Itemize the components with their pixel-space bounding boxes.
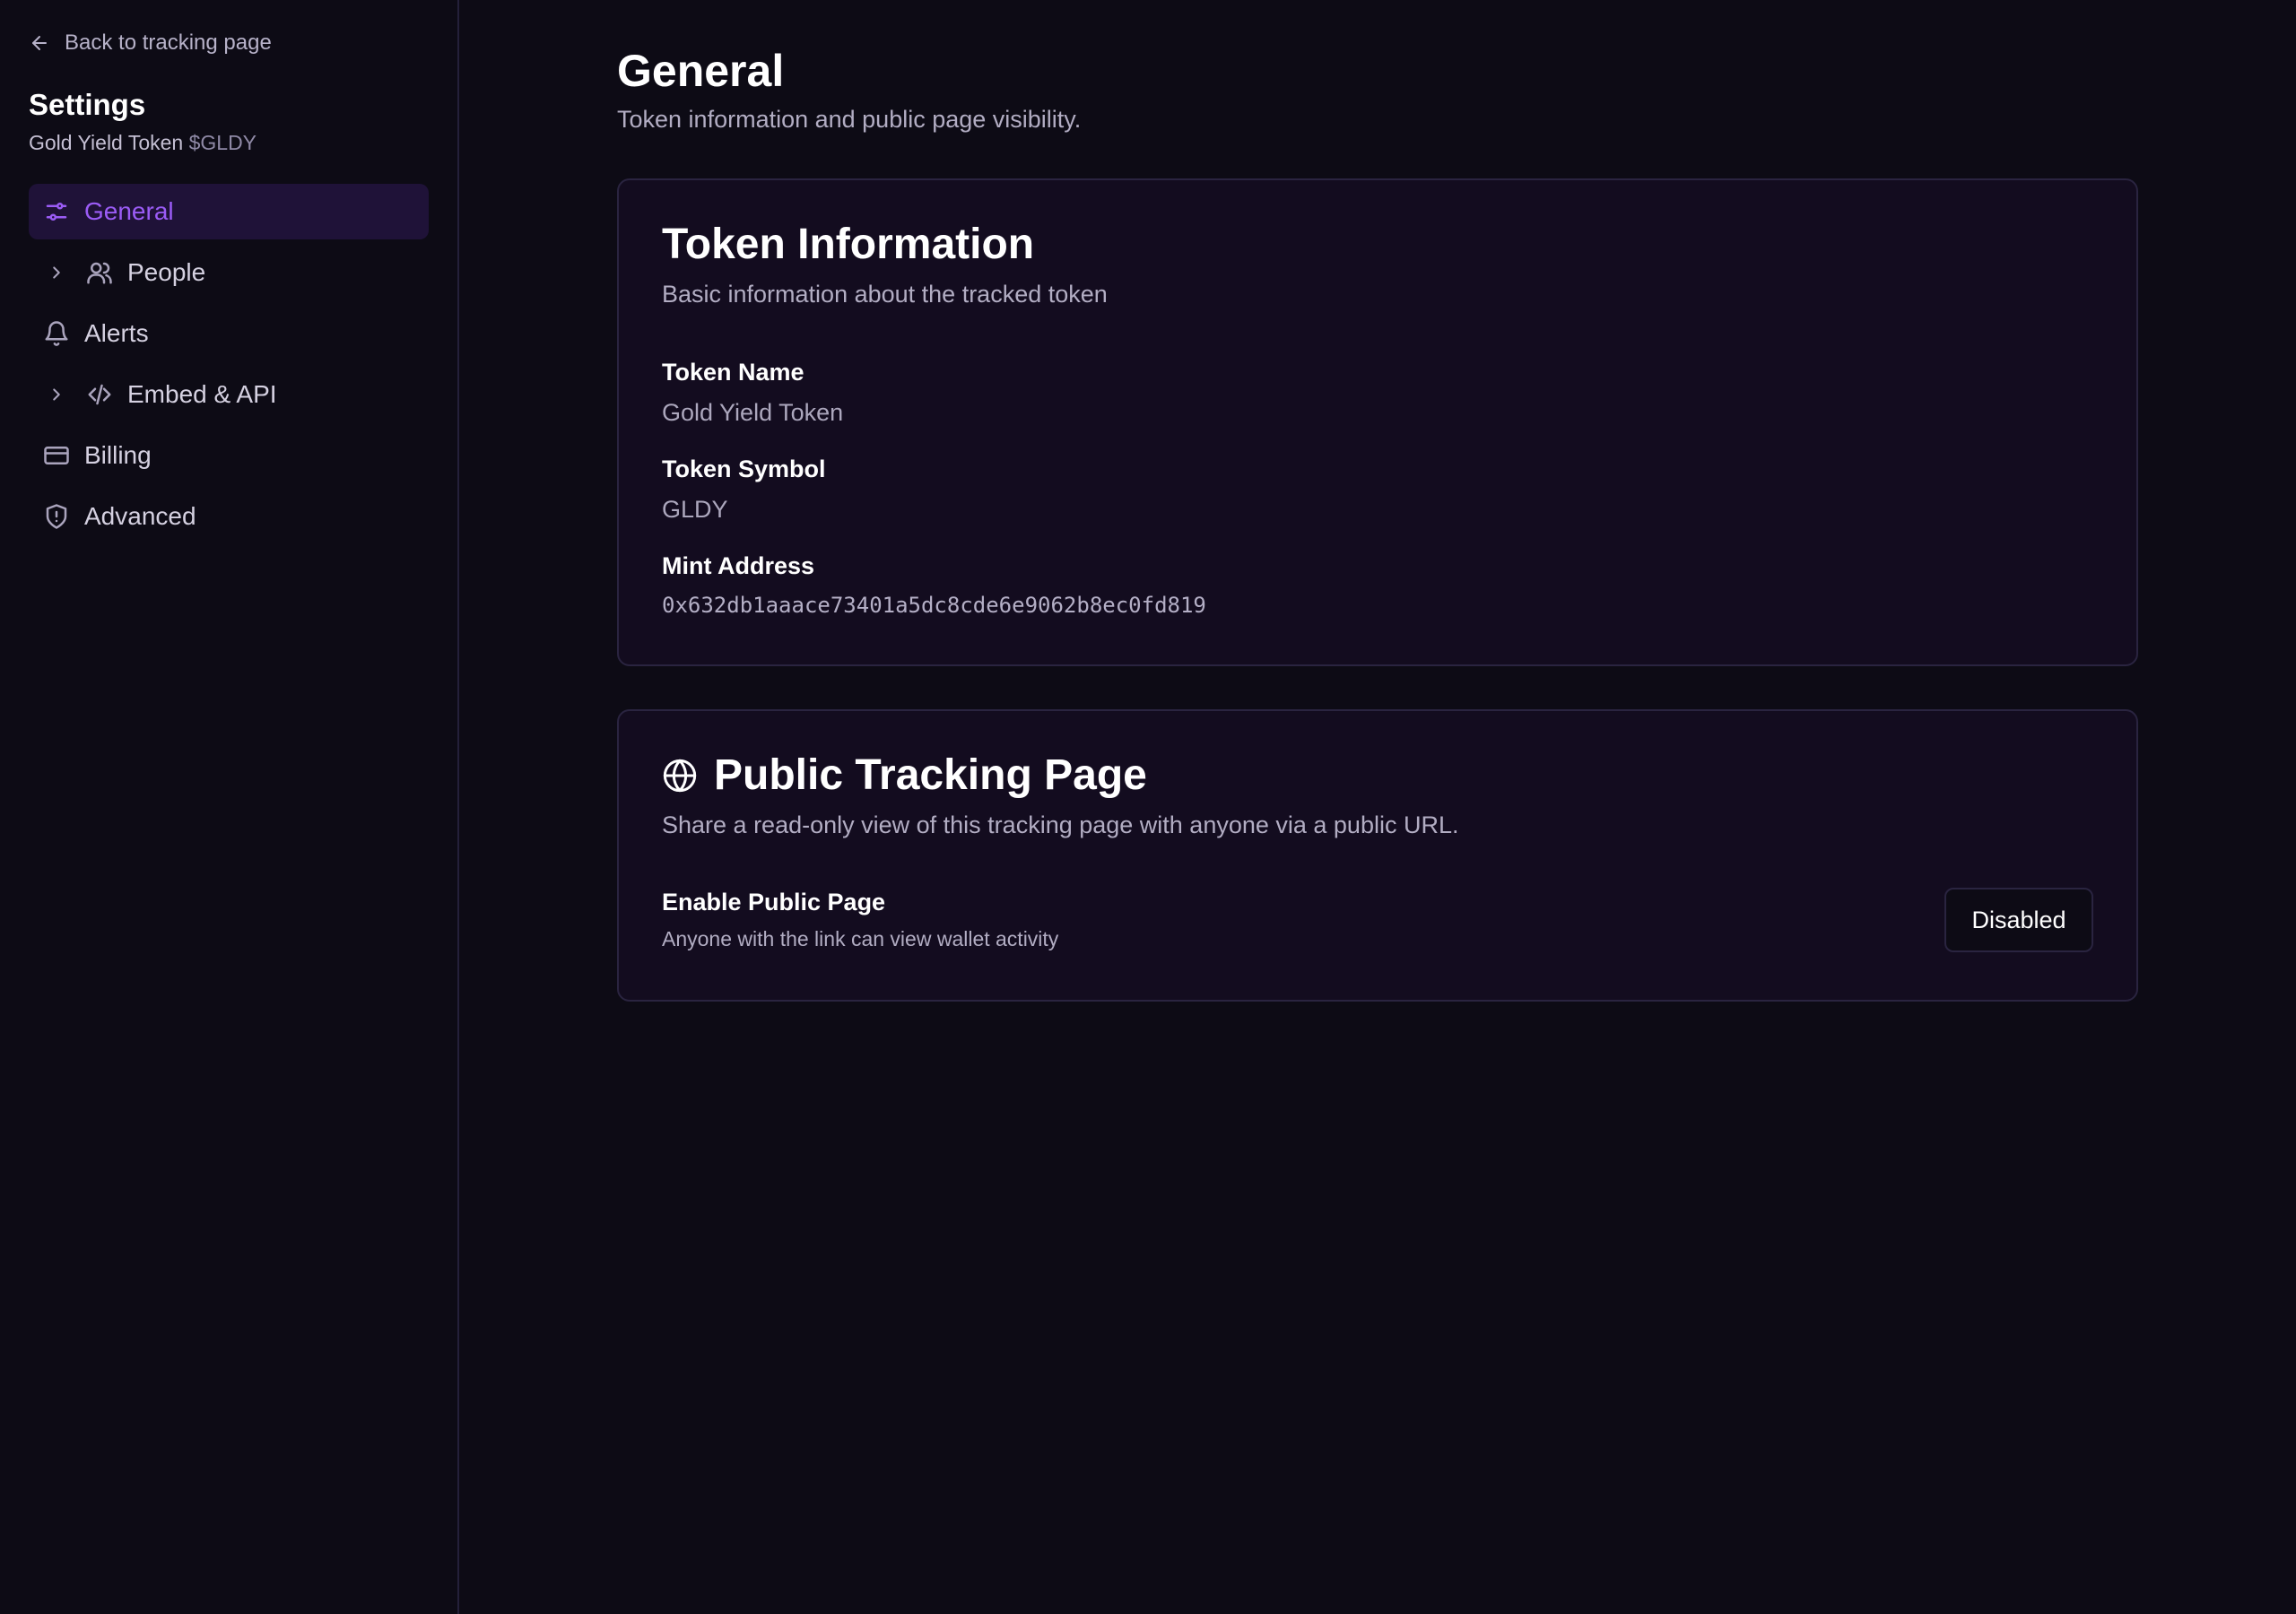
bell-icon: [45, 321, 68, 346]
settings-title: Settings: [29, 88, 146, 121]
shield-alert-icon: [46, 504, 67, 529]
card-description: Basic information about the tracked toke…: [662, 281, 1108, 308]
settings-nav: General People Alerts Embed & API Billin…: [29, 184, 429, 544]
main-content: General Token information and public pag…: [459, 0, 2296, 1614]
public-page-toggle-button[interactable]: Disabled: [1944, 888, 2093, 952]
toggle-label: Enable Public Page: [662, 889, 886, 915]
field-value: Gold Yield Token: [662, 399, 844, 426]
mint-address-field: Mint Address 0x632db1aaace73401a5dc8cde6…: [662, 552, 2093, 618]
back-link-label: Back to tracking page: [65, 30, 272, 55]
sidebar-item-label: Billing: [84, 441, 152, 469]
settings-sidebar: Back to tracking page Settings Gold Yiel…: [0, 0, 459, 1614]
enable-public-page-row: Enable Public Page Anyone with the link …: [662, 888, 2093, 952]
card-title: Token Information: [662, 221, 1035, 268]
card-title: Public Tracking Page: [662, 751, 2093, 801]
page-title: General: [617, 46, 785, 96]
credit-card-icon: [44, 447, 69, 464]
users-icon: [87, 262, 112, 284]
card-title-text: Public Tracking Page: [714, 751, 1147, 799]
token-symbol: $GLDY: [188, 131, 257, 154]
sidebar-item-advanced[interactable]: Advanced: [29, 489, 429, 544]
sidebar-item-label: Advanced: [84, 502, 196, 530]
field-label: Mint Address: [662, 552, 815, 579]
field-label: Token Name: [662, 359, 804, 386]
globe-icon: [663, 759, 697, 793]
token-name: Gold Yield Token: [29, 131, 184, 154]
arrow-left-icon: [32, 36, 47, 50]
token-information-card: Token Information Basic information abou…: [617, 178, 2138, 666]
code-icon: [88, 384, 111, 405]
token-symbol-field: Token Symbol GLDY: [662, 456, 2093, 524]
token-subtitle: Gold Yield Token $GLDY: [29, 131, 429, 155]
chevron-right-icon[interactable]: [47, 385, 66, 404]
app: Back to tracking page Settings Gold Yiel…: [0, 0, 2296, 1614]
page-subtitle: Token information and public page visibi…: [617, 106, 1082, 133]
sidebar-item-label: Embed & API: [127, 380, 277, 408]
sidebar-item-people[interactable]: People: [29, 245, 429, 300]
chevron-right-icon[interactable]: [47, 263, 66, 282]
sidebar-item-general[interactable]: General: [29, 184, 429, 239]
sidebar-item-alerts[interactable]: Alerts: [29, 306, 429, 361]
back-to-tracking-link[interactable]: Back to tracking page: [29, 27, 429, 59]
toggle-hint: Anyone with the link can view wallet act…: [662, 927, 1059, 950]
field-label: Token Symbol: [662, 456, 826, 482]
sidebar-item-label: People: [127, 258, 206, 286]
sidebar-item-label: General: [84, 197, 174, 225]
sidebar-item-label: Alerts: [84, 319, 149, 347]
toggle-text: Enable Public Page Anyone with the link …: [662, 889, 1058, 951]
sidebar-item-billing[interactable]: Billing: [29, 428, 429, 483]
field-value: GLDY: [662, 496, 728, 523]
sidebar-item-embed-api[interactable]: Embed & API: [29, 367, 429, 422]
public-tracking-page-card: Public Tracking Page Share a read-only v…: [617, 709, 2138, 1002]
mint-address-value: 0x632db1aaace73401a5dc8cde6e9062b8ec0fd8…: [662, 593, 1206, 618]
sliders-icon: [46, 203, 67, 221]
token-name-field: Token Name Gold Yield Token: [662, 359, 2093, 427]
card-description: Share a read-only view of this tracking …: [662, 811, 1459, 838]
